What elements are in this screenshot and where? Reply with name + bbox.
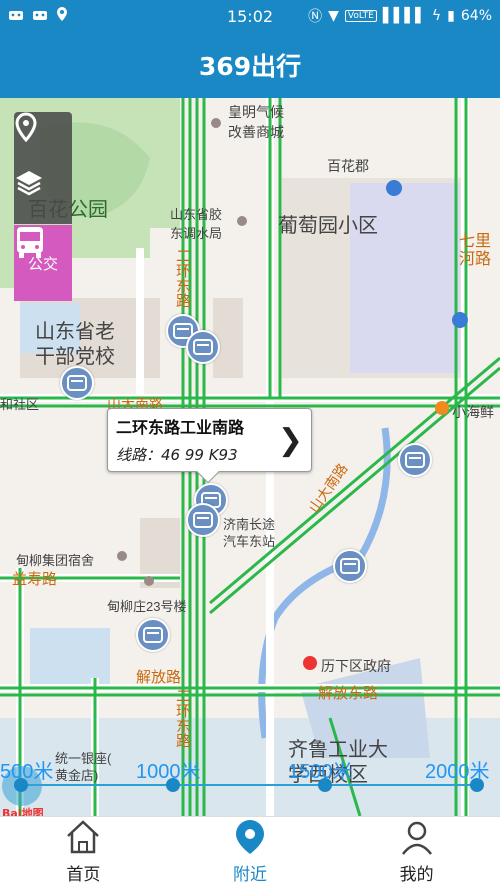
- tab-mine[interactable]: 我的: [333, 817, 500, 889]
- label-station: 济南长途 汽车东站: [223, 517, 276, 549]
- tab-home-label: 首页: [66, 865, 101, 885]
- bottom-tab-bar: 首页 附近 我的: [0, 816, 500, 889]
- app-title-bar: 369出行: [0, 32, 500, 98]
- tab-nearby-label: 附近: [233, 865, 267, 885]
- map-view[interactable]: 百花公园 皇明气候 改善商城 山东省胶 东调水局 百花郡 葡萄园小区 七里 河路…: [0, 98, 500, 816]
- label-yinzuo: 统一银座( 黄金店): [55, 751, 112, 783]
- label-xunliu23: 甸柳庄23号楼: [107, 599, 187, 614]
- label-yishou: 益寿路: [12, 571, 58, 588]
- bus-stop-popup[interactable]: 二环东路工业南路 线路：46 99 K93 ❯: [107, 408, 312, 484]
- label-qili: 七里 河路: [459, 233, 492, 268]
- bus-stop-marker[interactable]: [60, 366, 94, 400]
- bus-icon: [17, 227, 43, 258]
- app-title: 369出行: [198, 52, 302, 81]
- layers-icon: [16, 171, 42, 196]
- baidu-logo: Bai地图: [2, 807, 44, 816]
- label-district-gov: 历下区政府: [321, 658, 391, 674]
- bus-icon: [193, 339, 213, 355]
- label-veteran: 山东省老 干部党校: [35, 321, 115, 368]
- bus-stop-marker[interactable]: [186, 503, 220, 537]
- label-jiefang: 解放路: [136, 669, 182, 686]
- label-erhuan2: 二环东路: [174, 688, 191, 748]
- layers-button[interactable]: [14, 168, 72, 224]
- popup-stop-name: 二环东路工业南路: [116, 418, 245, 437]
- tab-mine-label: 我的: [399, 865, 434, 885]
- label-jiaodong: 山东省胶 东调水局: [170, 207, 223, 241]
- label-xiaohai: 小海鲜: [452, 404, 494, 420]
- home-icon: [67, 820, 100, 854]
- label-xunliu-dorm: 甸柳集团宿舍: [16, 553, 95, 568]
- bus-icon: [143, 627, 163, 643]
- bus-stop-marker[interactable]: [186, 330, 220, 364]
- status-bar: 15:02 Ⓝ ▼ VoLTE ▌▌▌▌ ϟ ▮ 64%: [0, 0, 500, 32]
- distance-500[interactable]: 500米: [0, 755, 53, 784]
- location-pin-icon: [236, 820, 264, 854]
- bus-icon: [193, 512, 213, 528]
- bus-button[interactable]: 公交: [14, 225, 72, 301]
- label-baihua: 百花郡: [327, 158, 369, 174]
- bus-stop-marker[interactable]: [136, 618, 170, 652]
- distance-scale-line: [20, 784, 476, 786]
- person-icon: [401, 821, 432, 855]
- bus-stop-marker[interactable]: [333, 549, 367, 583]
- label-society: 和社区: [0, 397, 40, 412]
- label-weather: 皇明气候 改善商城: [228, 104, 284, 140]
- bus-icon: [67, 375, 87, 391]
- label-grape: 葡萄园小区: [278, 215, 378, 237]
- clock: 15:02: [226, 6, 274, 26]
- distance-1000[interactable]: 1000米: [136, 755, 201, 784]
- location-pin-icon: [15, 112, 37, 142]
- tab-nearby[interactable]: 附近: [167, 817, 334, 889]
- location-button[interactable]: [14, 112, 72, 168]
- bus-stop-marker[interactable]: [398, 443, 432, 477]
- tab-home[interactable]: 首页: [0, 817, 167, 889]
- label-jiefangdong: 解放东路: [318, 685, 379, 702]
- label-erhuan: 二环东路: [174, 248, 191, 308]
- chevron-right-icon[interactable]: ❯: [278, 423, 303, 458]
- bus-icon: [340, 558, 360, 574]
- bus-icon: [405, 452, 425, 468]
- distance-1500[interactable]: 1500米: [288, 755, 353, 784]
- distance-2000[interactable]: 2000米: [425, 755, 490, 784]
